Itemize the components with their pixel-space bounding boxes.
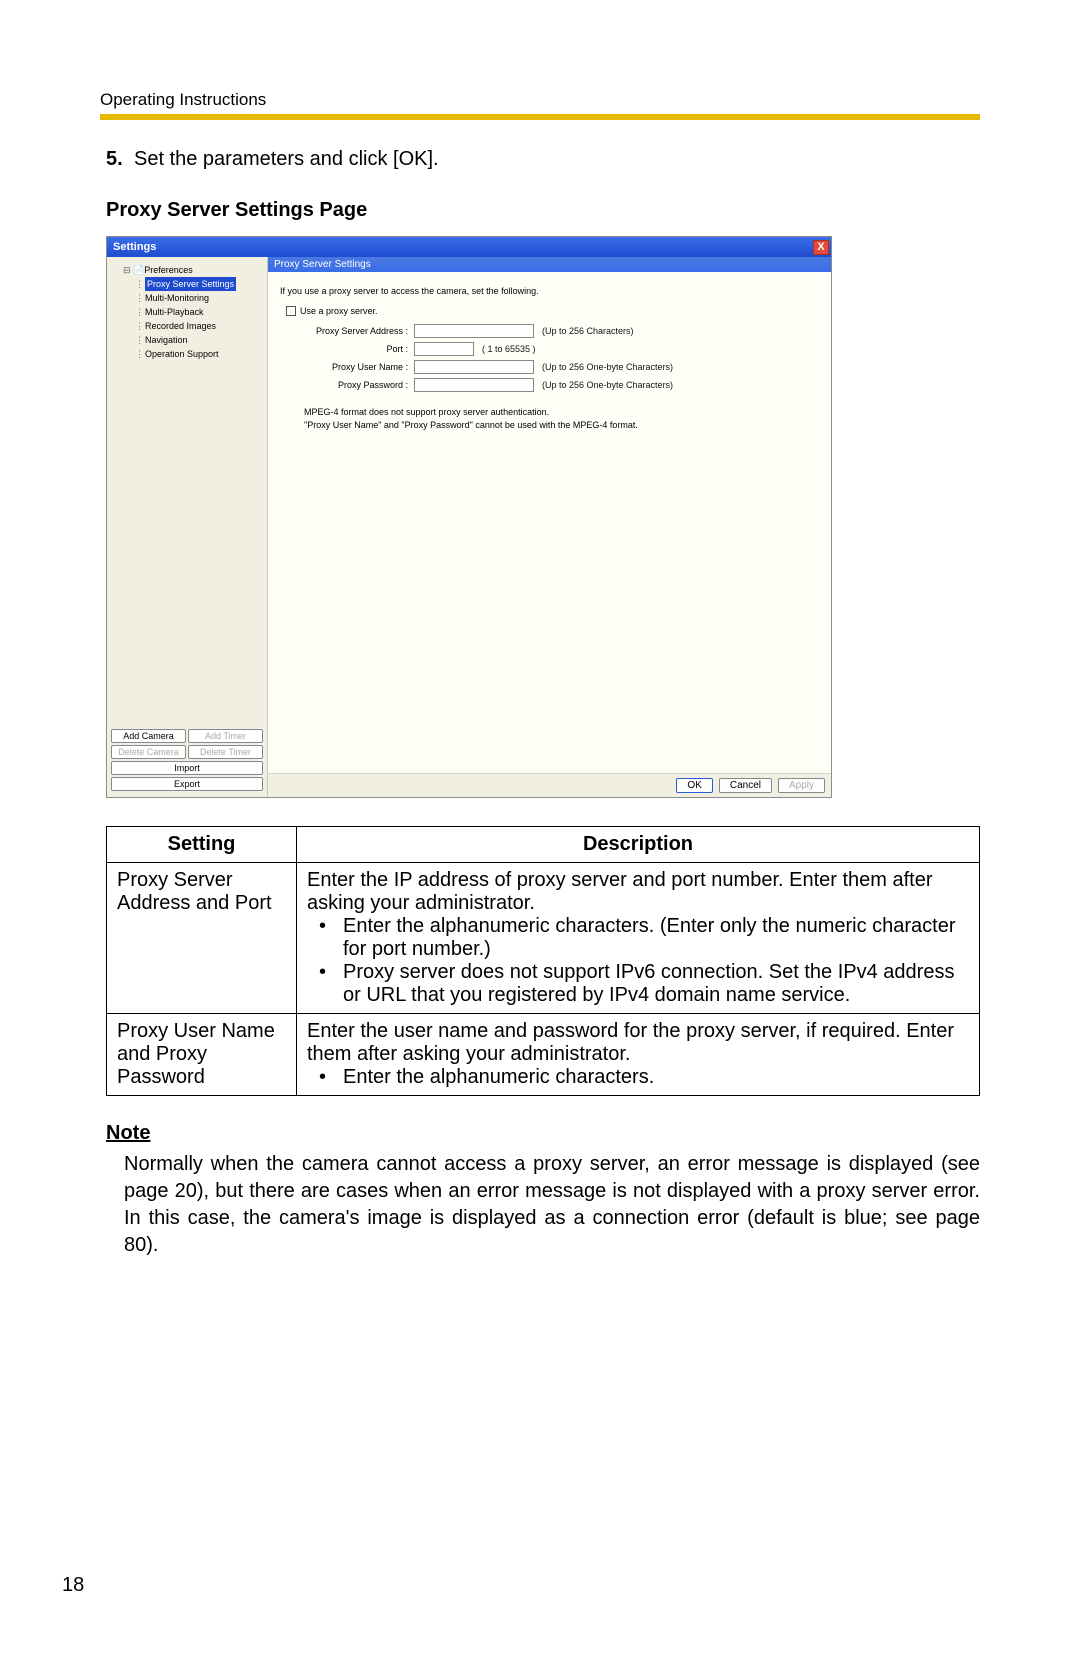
close-icon[interactable]: X bbox=[813, 240, 829, 255]
cancel-button[interactable]: Cancel bbox=[719, 778, 772, 793]
address-label: Proxy Server Address : bbox=[304, 326, 414, 336]
port-input[interactable] bbox=[414, 342, 474, 356]
row1-bullet2: Proxy server does not support IPv6 conne… bbox=[343, 961, 969, 1007]
row1-description: Enter the IP address of proxy server and… bbox=[297, 863, 980, 1014]
user-input[interactable] bbox=[414, 360, 534, 374]
dialog-title: Settings bbox=[113, 241, 156, 253]
col-description: Description bbox=[297, 827, 980, 863]
delete-timer-button: Delete Timer bbox=[188, 745, 263, 759]
panel-header: Proxy Server Settings bbox=[268, 257, 831, 272]
row2-description: Enter the user name and password for the… bbox=[297, 1014, 980, 1096]
tree-item-multi-playback[interactable]: Multi-Playback bbox=[145, 305, 204, 319]
row2-setting: Proxy User Name and Proxy Password bbox=[107, 1014, 297, 1096]
use-proxy-label: Use a proxy server. bbox=[300, 306, 378, 316]
row2-intro: Enter the user name and password for the… bbox=[307, 1020, 969, 1066]
panel-note-2: "Proxy User Name" and "Proxy Password" c… bbox=[304, 419, 819, 432]
pass-input[interactable] bbox=[414, 378, 534, 392]
panel-intro: If you use a proxy server to access the … bbox=[280, 286, 819, 296]
page-number: 18 bbox=[62, 1574, 84, 1597]
row1-bullet1: Enter the alphanumeric characters. (Ente… bbox=[343, 915, 969, 961]
export-button[interactable]: Export bbox=[111, 777, 263, 791]
note-heading: Note bbox=[100, 1122, 980, 1145]
port-hint: ( 1 to 65535 ) bbox=[474, 344, 536, 354]
use-proxy-checkbox[interactable] bbox=[286, 306, 296, 316]
tree-item-proxy[interactable]: Proxy Server Settings bbox=[145, 277, 236, 291]
delete-camera-button: Delete Camera bbox=[111, 745, 186, 759]
preferences-tree[interactable]: ⊟📄 Preferences ⋮Proxy Server Settings ⋮M… bbox=[111, 263, 263, 361]
row1-setting: Proxy Server Address and Port bbox=[107, 863, 297, 1014]
settings-dialog: Settings X ⊟📄 Preferences ⋮Proxy Server … bbox=[106, 236, 832, 798]
panel-note-1: MPEG-4 format does not support proxy ser… bbox=[304, 406, 819, 419]
add-timer-button: Add Timer bbox=[188, 729, 263, 743]
apply-button: Apply bbox=[778, 778, 825, 793]
address-input[interactable] bbox=[414, 324, 534, 338]
pass-hint: (Up to 256 One-byte Characters) bbox=[534, 380, 673, 390]
import-button[interactable]: Import bbox=[111, 761, 263, 775]
tree-item-navigation[interactable]: Navigation bbox=[145, 333, 188, 347]
tree-item-recorded-images[interactable]: Recorded Images bbox=[145, 319, 216, 333]
ok-button[interactable]: OK bbox=[676, 778, 712, 793]
col-setting: Setting bbox=[107, 827, 297, 863]
row1-intro: Enter the IP address of proxy server and… bbox=[307, 869, 969, 915]
dialog-titlebar: Settings X bbox=[107, 237, 831, 257]
step-number: 5. bbox=[106, 148, 134, 171]
settings-table: Setting Description Proxy Server Address… bbox=[106, 826, 980, 1096]
tree-root[interactable]: Preferences bbox=[144, 263, 193, 277]
add-camera-button[interactable]: Add Camera bbox=[111, 729, 186, 743]
tree-item-operation-support[interactable]: Operation Support bbox=[145, 347, 219, 361]
step-text: Set the parameters and click [OK]. bbox=[134, 148, 439, 171]
header-rule bbox=[100, 114, 980, 120]
note-body: Normally when the camera cannot access a… bbox=[100, 1151, 980, 1259]
port-label: Port : bbox=[304, 344, 414, 354]
user-hint: (Up to 256 One-byte Characters) bbox=[534, 362, 673, 372]
tree-item-multi-monitoring[interactable]: Multi-Monitoring bbox=[145, 291, 209, 305]
pass-label: Proxy Password : bbox=[304, 380, 414, 390]
row2-bullet1: Enter the alphanumeric characters. bbox=[343, 1066, 969, 1089]
step-5: 5. Set the parameters and click [OK]. bbox=[100, 148, 980, 171]
user-label: Proxy User Name : bbox=[304, 362, 414, 372]
address-hint: (Up to 256 Characters) bbox=[534, 326, 634, 336]
section-title: Proxy Server Settings Page bbox=[100, 199, 980, 222]
doc-header: Operating Instructions bbox=[100, 90, 980, 110]
